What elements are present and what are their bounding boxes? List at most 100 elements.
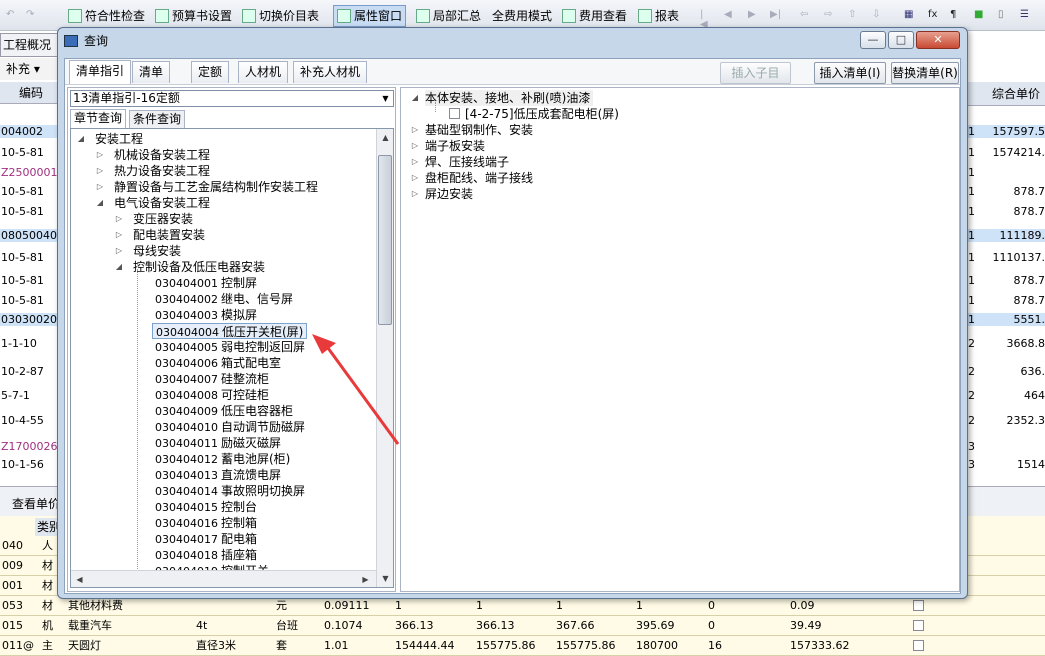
arrow-down-icon[interactable]: ⇩ <box>872 10 882 20</box>
expand-toggle-icon[interactable]: ▷ <box>411 122 419 138</box>
undo-icon[interactable]: ↶ <box>6 10 16 20</box>
tree-item[interactable]: 030404002 继电、信号屏 <box>155 291 293 307</box>
paragraph-icon[interactable]: ¶ <box>950 10 960 20</box>
row-checkbox[interactable] <box>913 640 924 651</box>
expand-toggle-icon[interactable]: ▷ <box>115 243 123 259</box>
tree-item[interactable]: 030404015 控制台 <box>155 499 257 515</box>
unit-price-cell[interactable]: 1110137. <box>968 251 1045 264</box>
table-row-code[interactable]: 10-5-81 <box>0 185 62 198</box>
tree-item[interactable]: 030404009 低压电容器柜 <box>155 403 293 419</box>
arrow-up-icon[interactable]: ⇧ <box>848 10 858 20</box>
table-row-code[interactable]: 10-2-87 <box>0 365 62 378</box>
prev-icon[interactable]: ◀ <box>724 10 734 20</box>
work-content-node[interactable]: 端子板安装 <box>425 138 485 154</box>
insert-list-button[interactable]: 插入清单(I) <box>814 62 886 84</box>
expand-toggle-icon[interactable]: ◢ <box>96 195 104 211</box>
full-fee-mode-button[interactable]: 全费用模式 <box>492 6 552 26</box>
guide-library-select[interactable]: 13清单指引-16定额 ▼ <box>70 90 394 107</box>
unit-price-cell[interactable]: 3668.8 <box>968 337 1045 350</box>
tree-item[interactable]: 030404003 模拟屏 <box>155 307 257 323</box>
unit-price-cell[interactable]: 157597.5 <box>968 125 1045 138</box>
first-icon[interactable]: |◀ <box>700 10 710 30</box>
property-window-button[interactable]: 属性窗口 <box>333 5 407 27</box>
unit-price-cell[interactable]: 1574214. <box>968 146 1045 159</box>
vertical-scrollbar[interactable]: ▲ ▼ <box>376 129 393 587</box>
work-content-node[interactable]: 焊、压接线端子 <box>425 154 509 170</box>
unit-price-cell[interactable]: 878.7 <box>968 185 1045 198</box>
close-button[interactable]: ✕ <box>916 31 960 49</box>
tree-node[interactable]: 热力设备安装工程 <box>114 163 210 179</box>
redo-icon[interactable]: ↷ <box>26 10 36 20</box>
tree-item[interactable]: 030404006 箱式配电室 <box>155 355 281 371</box>
unit-price-cell[interactable]: 878.7 <box>968 205 1045 218</box>
table-row-code[interactable]: 1-1-10 <box>0 337 62 350</box>
tree-item[interactable]: 030404001 控制屏 <box>155 275 257 291</box>
tree-item[interactable]: 030404016 控制箱 <box>155 515 257 531</box>
tree-item[interactable]: 030404004 低压开关柜(屏) <box>152 323 308 339</box>
budget-settings-button[interactable]: 预算书设置 <box>155 6 232 26</box>
table-row-code[interactable]: Z2500001 <box>0 166 62 179</box>
tab-list[interactable]: 清单 <box>132 61 171 83</box>
unit-price-cell[interactable]: 1514 <box>968 458 1045 471</box>
expand-toggle-icon[interactable]: ▷ <box>96 163 104 179</box>
table-row-code[interactable]: 004002 <box>0 125 62 138</box>
scroll-up-icon[interactable]: ▲ <box>379 131 392 144</box>
arrow-right-icon[interactable]: ⇨ <box>824 10 834 20</box>
table-row-code[interactable]: 10-5-81 <box>0 146 62 159</box>
dialog-titlebar[interactable]: 查询 <box>58 28 967 56</box>
table-row-code[interactable]: 10-5-81 <box>0 205 62 218</box>
tree-item[interactable]: 030404007 硅整流柜 <box>155 371 269 387</box>
work-content-node[interactable]: 本体安装、接地、补刷(喷)油漆 <box>425 90 594 106</box>
tree-item[interactable]: 030404017 配电箱 <box>155 531 257 547</box>
expand-toggle-icon[interactable]: ◢ <box>411 90 419 106</box>
tab-condition-query[interactable]: 条件查询 <box>129 110 186 128</box>
table-row-code[interactable]: 0805004003 <box>0 229 62 242</box>
expand-toggle-icon[interactable]: ▷ <box>411 170 419 186</box>
supplement-dropdown[interactable]: 补充 ▾ <box>0 58 62 80</box>
cube-icon[interactable]: ■ <box>974 10 984 20</box>
table-row-code[interactable]: 10-5-81 <box>0 294 62 307</box>
local-summary-button[interactable]: 局部汇总 <box>416 6 481 26</box>
work-content-node[interactable]: 基础型钢制作、安装 <box>425 122 533 138</box>
switch-price-table-button[interactable]: 切换价目表 <box>242 6 319 26</box>
tree-item[interactable]: 030404012 蓄电池屏(柜) <box>155 451 290 467</box>
table-row-code[interactable]: 10-5-81 <box>0 274 62 287</box>
compliance-check-button[interactable]: 符合性检查 <box>68 6 145 26</box>
report-button[interactable]: 报表 <box>638 6 679 26</box>
unit-price-cell[interactable]: 878.7 <box>968 274 1045 287</box>
calculator-icon[interactable]: ▦ <box>904 10 914 20</box>
maximize-button[interactable]: □ <box>888 31 914 49</box>
scroll-right-icon[interactable]: ▶ <box>359 573 372 586</box>
quota-checkbox[interactable] <box>449 108 460 119</box>
expand-toggle-icon[interactable]: ▷ <box>96 179 104 195</box>
tree-item[interactable]: 030404013 直流馈电屏 <box>155 467 281 483</box>
work-content-node[interactable]: 盘柜配线、端子接线 <box>425 170 533 186</box>
table-row[interactable]: 053 材 其他材料费 元 0.09111 1 1 1 1 0 0.09 <box>0 596 1045 616</box>
row-checkbox[interactable] <box>913 620 924 631</box>
document-icon[interactable]: ▯ <box>998 10 1008 20</box>
table-row[interactable]: 015 机 载重汽车 4t 台班 0.1074 366.13 366.13 367.66 395.… <box>0 616 1045 636</box>
tree-node[interactable]: 静置设备与工艺金属结构制作安装工程 <box>114 179 318 195</box>
tab-supplement-resource[interactable]: 补充人材机 <box>293 61 368 83</box>
arrow-left-icon[interactable]: ⇦ <box>800 10 810 20</box>
tree-node[interactable]: 母线安装 <box>133 243 181 259</box>
tab-resource[interactable]: 人材机 <box>238 61 289 83</box>
tab-chapter-query[interactable]: 章节查询 <box>70 109 127 129</box>
scroll-left-icon[interactable]: ◀ <box>73 573 86 586</box>
tree-item[interactable]: 030404014 事故照明切换屏 <box>155 483 305 499</box>
unit-price-cell[interactable]: 878.7 <box>968 294 1045 307</box>
expand-toggle-icon[interactable]: ◢ <box>77 131 85 147</box>
scroll-down-icon[interactable]: ▼ <box>379 572 392 585</box>
table-row-code[interactable]: 10-1-56 <box>0 458 62 471</box>
tree-item[interactable]: 030404010 自动调节励磁屏 <box>155 419 305 435</box>
tree-item[interactable]: 030404018 插座箱 <box>155 547 257 563</box>
view-unit-price-tab[interactable]: 查看单价 <box>12 495 60 512</box>
expand-toggle-icon[interactable]: ▷ <box>411 138 419 154</box>
horizontal-scrollbar[interactable]: ◀ ▶ <box>71 570 376 587</box>
table-row-code[interactable]: 5-7-1 <box>0 389 62 402</box>
last-icon[interactable]: ▶| <box>770 10 781 20</box>
unit-price-cell[interactable]: 464 <box>968 389 1045 402</box>
tree-node[interactable]: 变压器安装 <box>133 211 193 227</box>
work-content-node[interactable]: 屏边安装 <box>425 186 473 202</box>
replace-list-button[interactable]: 替换清单(R) <box>891 62 959 84</box>
